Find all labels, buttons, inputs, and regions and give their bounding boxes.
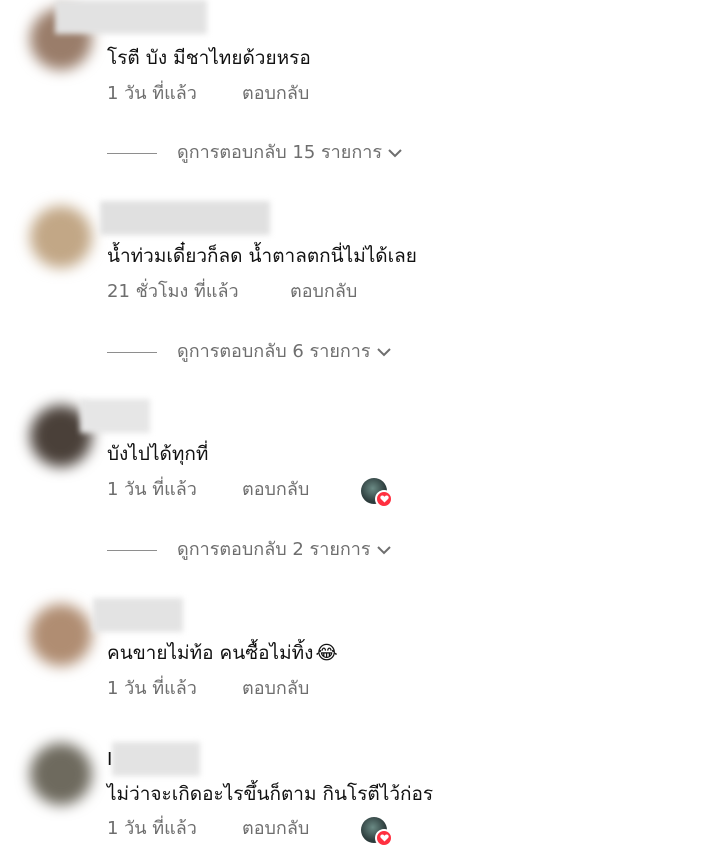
comment-meta: 21 ชั่วโมง ที่แล้ว ตอบกลับ xyxy=(107,280,357,304)
comment-time: 1 วัน ที่แล้ว xyxy=(107,83,197,104)
comment-text-content: คนขายไม่ท้อ คนซื้อไม่ทิ้ง xyxy=(107,642,314,664)
laughing-emoji-icon: 😂 xyxy=(315,642,338,664)
avatar[interactable] xyxy=(30,604,92,666)
reply-button[interactable]: ตอบกลับ xyxy=(290,280,357,304)
comment-time: 21 ชั่วโมง ที่แล้ว xyxy=(107,281,239,302)
view-replies-label: ดูการตอบกลับ 15 รายการ xyxy=(177,142,382,163)
username-blurred[interactable] xyxy=(80,399,150,433)
comment-time: 1 วัน ที่แล้ว xyxy=(107,479,197,500)
reply-button[interactable]: ตอบกลับ xyxy=(242,817,309,841)
username-blurred[interactable] xyxy=(112,742,200,776)
reply-button[interactable]: ตอบกลับ xyxy=(242,677,309,701)
view-replies-button[interactable]: ดูการตอบกลับ 6 รายการ xyxy=(107,340,427,364)
chevron-down-icon xyxy=(376,546,391,555)
comment-meta: 1 วัน ที่แล้ว ตอบกลับ xyxy=(107,82,309,106)
comment-meta: 1 วัน ที่แล้ว ตอบกลับ xyxy=(107,478,309,502)
comment-text: โรตี บัง มีชาไทยด้วยหรอ xyxy=(107,47,311,69)
author-liked-indicator xyxy=(361,478,393,508)
username-blurred[interactable] xyxy=(93,598,183,632)
view-replies-label: ดูการตอบกลับ 6 รายการ xyxy=(177,341,371,362)
comment-text: คนขายไม่ท้อ คนซื้อไม่ทิ้ง 😂 xyxy=(107,641,338,665)
author-liked-indicator xyxy=(361,817,393,847)
divider xyxy=(107,352,157,353)
heart-icon xyxy=(375,490,393,508)
comment-text: ไม่ว่าจะเกิดอะไรขึ้นก็ตาม กินโรตีไว้ก่อร xyxy=(107,783,434,805)
username-blurred[interactable] xyxy=(55,0,207,34)
divider xyxy=(107,550,157,551)
comment-meta: 1 วัน ที่แล้ว ตอบกลับ xyxy=(107,817,309,841)
reply-button[interactable]: ตอบกลับ xyxy=(242,82,309,106)
view-replies-button[interactable]: ดูการตอบกลับ 2 รายการ xyxy=(107,538,427,562)
comment-time: 1 วัน ที่แล้ว xyxy=(107,818,197,839)
view-replies-label: ดูการตอบกลับ 2 รายการ xyxy=(177,539,371,560)
comment-time: 1 วัน ที่แล้ว xyxy=(107,678,197,699)
avatar[interactable] xyxy=(30,206,92,268)
avatar[interactable] xyxy=(30,743,92,805)
divider xyxy=(107,153,157,154)
comment-text: น้ำท่วมเดี๋ยวก็ลด น้ำตาลตกนี่ไม่ได้เลย xyxy=(107,245,417,267)
view-replies-button[interactable]: ดูการตอบกลับ 15 รายการ xyxy=(107,141,437,165)
username-blurred[interactable] xyxy=(100,201,270,235)
comment-text: บังไปได้ทุกที่ xyxy=(107,443,209,465)
reply-button[interactable]: ตอบกลับ xyxy=(242,478,309,502)
heart-icon xyxy=(375,829,393,847)
chevron-down-icon xyxy=(388,149,402,158)
username-partial: I xyxy=(107,749,113,770)
comment-meta: 1 วัน ที่แล้ว ตอบกลับ xyxy=(107,677,309,701)
chevron-down-icon xyxy=(376,348,391,357)
